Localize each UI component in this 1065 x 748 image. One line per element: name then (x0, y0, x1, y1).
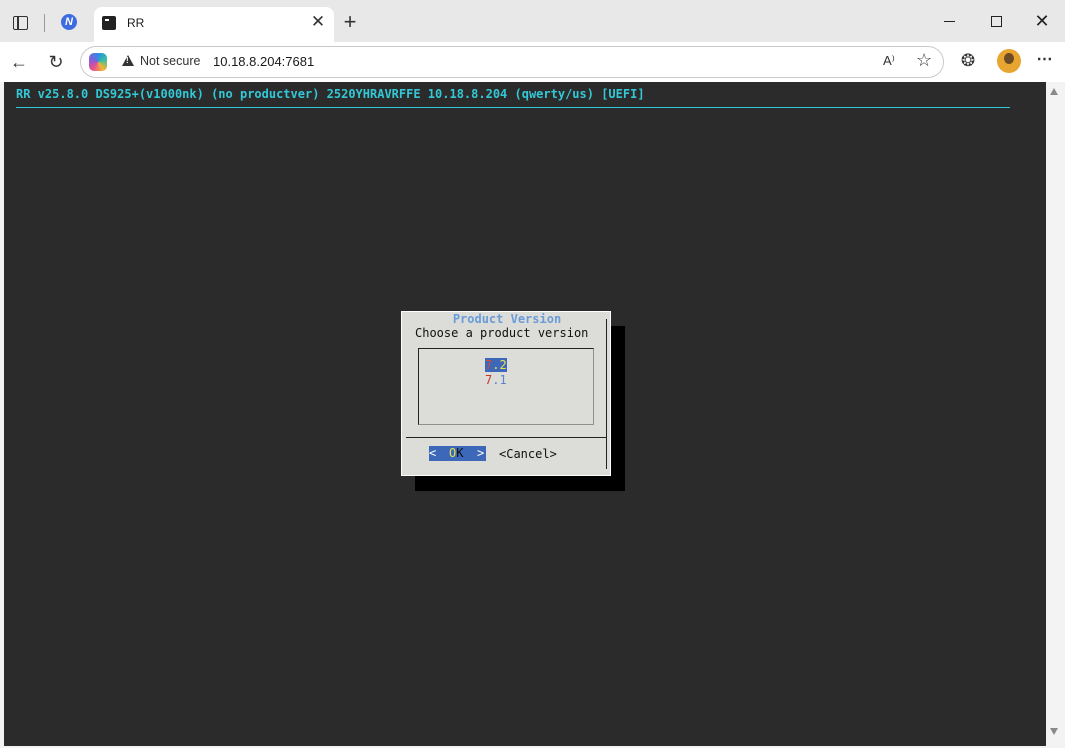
tab-actions-icon[interactable] (8, 11, 32, 35)
maximize-icon[interactable] (986, 11, 1006, 31)
minimize-icon[interactable] (940, 11, 960, 31)
close-icon[interactable]: ✕ (308, 12, 328, 32)
tab-strip: N RR ✕ + ✕ (0, 0, 1065, 42)
copilot-icon[interactable] (89, 53, 107, 71)
product-version-dialog: Product Version Choose a product version… (401, 311, 611, 476)
app-logo-icon: N (61, 14, 77, 30)
tab-title: RR (127, 16, 145, 30)
read-aloud-icon[interactable]: A⁾ (883, 53, 895, 69)
plus-icon[interactable]: + (340, 11, 360, 33)
warning-icon[interactable] (122, 55, 134, 66)
header-rule (16, 107, 1010, 108)
button-separator (406, 437, 606, 438)
favorite-star-icon[interactable]: ☆ (916, 50, 932, 71)
item-label: .2 (492, 358, 507, 372)
browser-toolbar: ← ↻ Not secure 10.18.8.204:7681 A⁾ ☆ ❂ ⋯ (0, 42, 1065, 82)
ok-label: OK (449, 446, 463, 460)
list-item[interactable]: 7.2 (485, 358, 507, 372)
close-window-icon[interactable]: ✕ (1032, 11, 1052, 31)
ok-rest: K (456, 446, 464, 460)
terminal-header: RR v25.8.0 DS925+(v1000nk) (no productve… (16, 87, 645, 101)
terminal-icon (102, 16, 116, 30)
terminal-viewport[interactable]: RR v25.8.0 DS925+(v1000nk) (no productve… (4, 82, 1046, 746)
ok-right-bracket: > (477, 446, 485, 460)
cancel-button[interactable]: <Cancel> (499, 447, 557, 461)
dialog-prompt: Choose a product version (415, 326, 589, 340)
more-icon[interactable]: ⋯ (1034, 51, 1056, 73)
tab-separator (44, 14, 45, 32)
security-label[interactable]: Not secure (140, 54, 200, 68)
ok-left-bracket: < (429, 446, 437, 460)
back-arrow-icon[interactable]: ← (8, 51, 30, 73)
version-list[interactable]: 7.2 7.1 (418, 348, 594, 425)
address-bar[interactable]: Not secure 10.18.8.204:7681 A⁾ ☆ (80, 46, 944, 78)
ok-button[interactable]: < OK > (429, 446, 486, 461)
reload-icon[interactable]: ↻ (45, 51, 67, 73)
active-tab[interactable]: RR ✕ (94, 7, 334, 42)
avatar[interactable] (997, 49, 1021, 73)
scroll-down-icon[interactable] (1050, 728, 1058, 735)
pinned-tab[interactable]: N (54, 8, 84, 36)
url-text[interactable]: 10.18.8.204:7681 (213, 54, 314, 69)
page-scrollbar[interactable] (1046, 82, 1063, 746)
scroll-up-icon[interactable] (1050, 88, 1058, 95)
dialog-title: Product Version (452, 312, 562, 326)
list-item[interactable]: 7.1 (485, 373, 507, 387)
item-label: .1 (492, 373, 507, 387)
extensions-icon[interactable]: ❂ (958, 51, 978, 71)
